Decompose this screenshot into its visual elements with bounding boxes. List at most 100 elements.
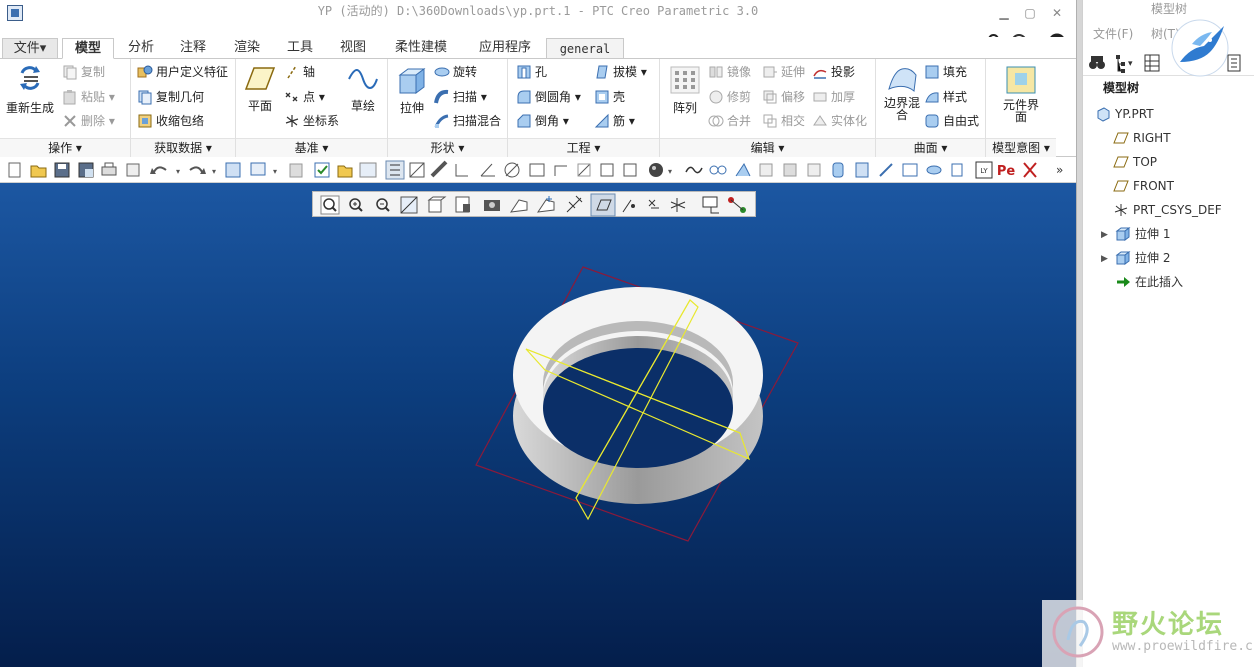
- tab-general[interactable]: general: [546, 38, 624, 59]
- curve-icon[interactable]: [685, 166, 703, 174]
- group-label-model-intent[interactable]: 模型意图 ▾: [986, 138, 1056, 157]
- freestyle-button[interactable]: 自由式: [924, 110, 979, 132]
- sketch-button[interactable]: 草绘: [342, 65, 384, 114]
- pattern-button[interactable]: 阵列: [664, 65, 706, 116]
- tree-columns-icon[interactable]: [1144, 54, 1160, 72]
- merge-button[interactable]: 合并: [708, 110, 751, 132]
- undo-dropdown-icon[interactable]: ▾: [176, 167, 180, 176]
- swept-blend-button[interactable]: 扫描混合: [434, 110, 501, 132]
- shrinkwrap-button[interactable]: 收缩包络: [137, 110, 204, 132]
- tab-applications[interactable]: 应用程序: [470, 38, 540, 59]
- open-file-icon[interactable]: [30, 165, 47, 178]
- tree-item-part[interactable]: YP.PRT: [1095, 104, 1154, 124]
- solidify-button[interactable]: 实体化: [812, 110, 867, 132]
- tab-view[interactable]: 视图: [330, 38, 376, 59]
- tree-item-insert-here[interactable]: 在此插入: [1115, 272, 1183, 292]
- print-icon[interactable]: [101, 162, 117, 176]
- revolve-button[interactable]: 旋转: [434, 61, 477, 83]
- csys-button[interactable]: 坐标系: [284, 110, 339, 132]
- extrude-button[interactable]: 拉伸: [392, 65, 432, 116]
- style-button[interactable]: 样式: [924, 86, 967, 108]
- mirror-button[interactable]: 镜像: [708, 61, 751, 83]
- frame-icon[interactable]: [902, 163, 918, 177]
- tab-tools[interactable]: 工具: [277, 38, 323, 59]
- group-label-engineering[interactable]: 工程 ▾: [508, 138, 659, 157]
- spin-center-icon[interactable]: [359, 162, 377, 178]
- ring-model[interactable]: [513, 287, 763, 504]
- sweep-button[interactable]: 扫描 ▾: [434, 86, 487, 108]
- tab-render[interactable]: 渲染: [224, 38, 270, 59]
- expand-extrude-2-icon[interactable]: ▶: [1101, 254, 1108, 264]
- tab-file[interactable]: 文件▾: [2, 38, 58, 59]
- undo-icon[interactable]: [150, 166, 167, 174]
- component-icon-2[interactable]: [807, 163, 821, 177]
- select-box-icon[interactable]: [314, 162, 330, 178]
- project-button[interactable]: 投影: [812, 61, 855, 83]
- diameter-icon[interactable]: [504, 162, 520, 178]
- window-icon[interactable]: [126, 163, 140, 177]
- datum-axis-button[interactable]: 轴: [284, 61, 315, 83]
- udf-button[interactable]: 用户定义特征: [137, 61, 228, 83]
- fill-button[interactable]: 填充: [924, 61, 967, 83]
- binoculars-icon[interactable]: [1089, 56, 1105, 69]
- new-file-icon[interactable]: [8, 162, 21, 178]
- hole-button[interactable]: 孔: [516, 61, 547, 83]
- thicken-button[interactable]: 加厚: [812, 86, 855, 108]
- paste-button[interactable]: 粘贴 ▾: [62, 86, 115, 108]
- cut-icon[interactable]: [855, 162, 869, 178]
- save-icon[interactable]: [54, 162, 70, 178]
- save-copy-icon[interactable]: [78, 162, 94, 178]
- group-label-datum[interactable]: 基准 ▾: [236, 138, 387, 157]
- intersect-button[interactable]: 相交: [762, 110, 805, 132]
- tree-item-extrude-2[interactable]: 拉伸 2: [1115, 248, 1170, 268]
- parameter-icon[interactable]: Pe: [997, 164, 1016, 179]
- tab-analysis[interactable]: 分析: [118, 38, 164, 59]
- box-icon[interactable]: [951, 163, 963, 177]
- component-interface-button[interactable]: 元件界面: [998, 65, 1044, 123]
- ruler-icon[interactable]: [430, 160, 448, 178]
- datum-point-button[interactable]: 点 ▾: [284, 86, 325, 108]
- offset-button[interactable]: 偏移: [762, 86, 805, 108]
- model-view[interactable]: [0, 183, 1076, 667]
- redo-icon[interactable]: [189, 166, 206, 174]
- bonds-icon[interactable]: [709, 165, 727, 175]
- tree-settings-icon[interactable]: ▾: [1116, 55, 1133, 73]
- analysis-1-icon[interactable]: [529, 163, 545, 177]
- sphere-dropdown-icon[interactable]: ▾: [668, 167, 672, 176]
- remove-icon[interactable]: [1023, 162, 1037, 178]
- tree-menu-file[interactable]: 文件(F): [1093, 25, 1133, 42]
- regenerate-button[interactable]: 重新生成: [4, 63, 56, 116]
- measure-icon[interactable]: [409, 162, 425, 178]
- layer-icon[interactable]: LY: [975, 161, 993, 179]
- tab-annotate[interactable]: 注释: [170, 38, 216, 59]
- cylinder-icon[interactable]: [832, 162, 844, 178]
- tree-item-extrude-1[interactable]: 拉伸 1: [1115, 224, 1170, 244]
- feature-icon[interactable]: [879, 163, 893, 177]
- tree-item-right-plane[interactable]: RIGHT: [1113, 128, 1171, 148]
- shell-button[interactable]: 壳: [594, 86, 625, 108]
- group-label-editing[interactable]: 编辑 ▾: [660, 138, 875, 157]
- drum-icon[interactable]: [926, 165, 942, 175]
- copy-geometry-button[interactable]: 复制几何: [137, 86, 204, 108]
- expand-extrude-1-icon[interactable]: ▶: [1101, 230, 1108, 240]
- regenerate-small-icon[interactable]: [225, 162, 241, 178]
- group-label-operations[interactable]: 操作 ▾: [0, 138, 130, 157]
- delete-button[interactable]: 删除 ▾: [62, 110, 115, 132]
- more-tools-icon[interactable]: »: [1056, 163, 1063, 177]
- blend-icon[interactable]: [735, 163, 751, 177]
- analysis-3-icon[interactable]: [577, 163, 591, 177]
- copy-button[interactable]: 复制: [62, 61, 105, 83]
- minimize-button[interactable]: ▁: [994, 4, 1014, 22]
- rib-button[interactable]: 筋 ▾: [594, 110, 635, 132]
- chamfer-button[interactable]: 倒角 ▾: [516, 110, 569, 132]
- group-label-surfaces[interactable]: 曲面 ▾: [876, 138, 985, 157]
- tab-model[interactable]: 模型: [62, 38, 114, 59]
- tab-flexible-modeling[interactable]: 柔性建模: [386, 38, 456, 59]
- graphics-viewport[interactable]: [0, 183, 1076, 667]
- group-label-shapes[interactable]: 形状 ▾: [388, 138, 507, 157]
- dimension-icon[interactable]: [455, 164, 468, 177]
- redo-dropdown-icon[interactable]: ▾: [212, 167, 216, 176]
- clipboard-icon[interactable]: [289, 163, 303, 178]
- boundary-blend-button[interactable]: 边界混合: [880, 65, 924, 121]
- tree-item-front-plane[interactable]: FRONT: [1113, 176, 1174, 196]
